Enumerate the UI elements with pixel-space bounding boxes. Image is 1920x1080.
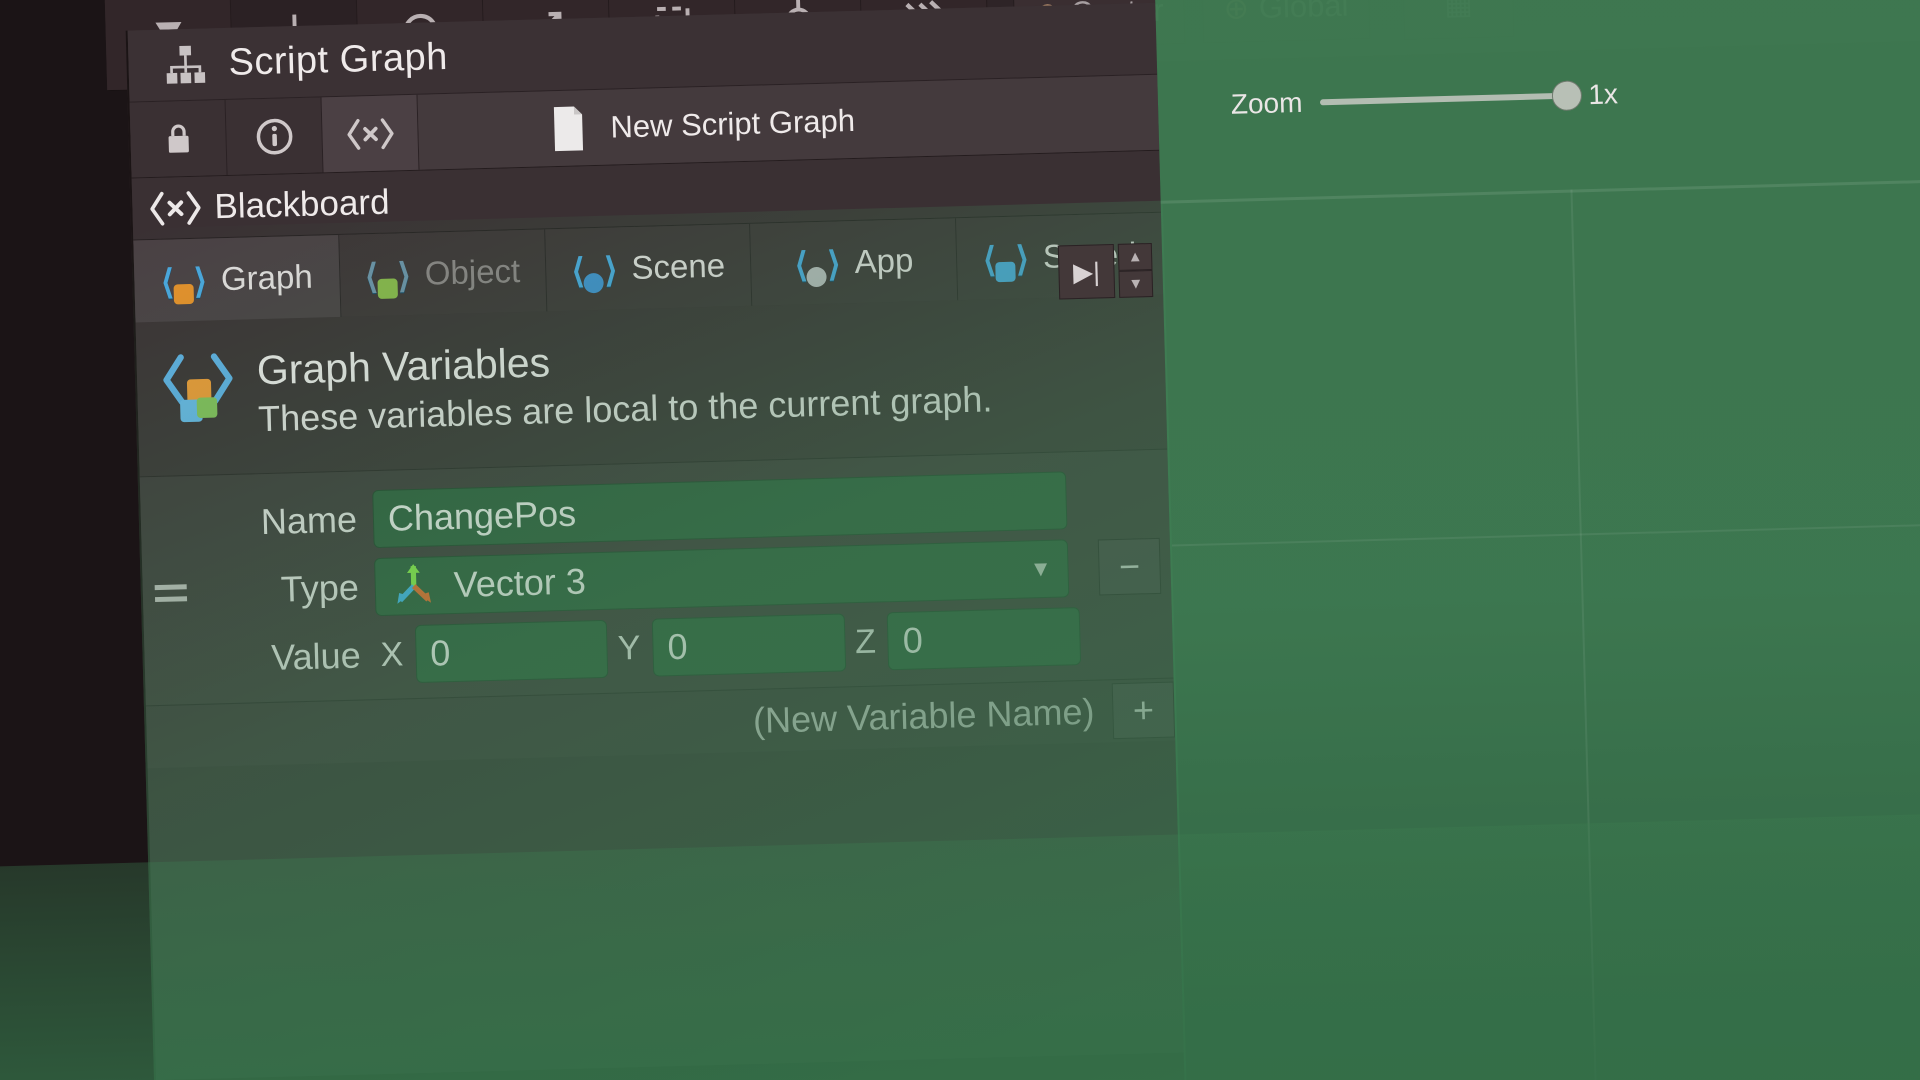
zoom-slider-handle[interactable]	[1551, 80, 1583, 112]
zoom-control[interactable]: Zoom 1x	[1230, 78, 1618, 120]
add-variable-button[interactable]: +	[1111, 681, 1176, 740]
variable-type-value: Vector 3	[453, 560, 587, 606]
tab-graph-label: Graph	[220, 257, 314, 298]
graph-variables-section: Graph Variables These variables are loca…	[135, 294, 1168, 478]
minus-icon: −	[1118, 545, 1141, 588]
page-title: Script Graph	[227, 35, 449, 84]
info-button[interactable]	[225, 97, 324, 175]
variables-icon	[346, 117, 394, 150]
tab-app-label: App	[854, 241, 914, 281]
handedness-label: Global	[1258, 0, 1349, 25]
overlay-gridline	[1171, 517, 1920, 547]
tab-object[interactable]: ⟨ ⟩ Object	[339, 229, 547, 317]
variables-saved-icon: ⟨ ⟩	[982, 237, 1029, 283]
variables-app-icon: ⟨ ⟩	[794, 242, 841, 288]
blackboard-header-controls: ▶| ▲ ▼	[1057, 242, 1154, 300]
globe-icon: ⊕	[1223, 0, 1250, 26]
screenshot-root: ◎ Center ⊕ Global ▦ S	[0, 0, 1920, 1080]
variables-graph-icon: ⟨ ⟩	[160, 260, 208, 305]
zoom-value: 1x	[1587, 78, 1619, 111]
rotated-ui-layer: ◎ Center ⊕ Global ▦ S	[0, 0, 1920, 1080]
variables-graph-icon	[158, 352, 234, 440]
collapse-right-icon: ▶|	[1072, 255, 1101, 287]
variables-icon	[150, 190, 201, 226]
blackboard-title: Blackboard	[213, 182, 390, 226]
chevron-up-icon[interactable]: ▲	[1117, 242, 1153, 271]
chevron-down-icon[interactable]: ▼	[1118, 269, 1154, 298]
axis-y-label: Y	[617, 628, 642, 668]
tab-app[interactable]: ⟨ ⟩ App	[750, 218, 959, 306]
document-icon	[553, 106, 584, 151]
variables-toggle-button[interactable]	[321, 94, 420, 173]
overlay-divider	[1160, 173, 1920, 204]
variables-scene-icon: ⟨ ⟩	[571, 248, 618, 294]
hierarchy-icon	[166, 45, 206, 84]
row-spacer	[1083, 498, 1169, 500]
variable-name-value: ChangePos	[387, 492, 577, 539]
drag-handle-icon[interactable]	[143, 583, 199, 602]
overlay-gridline	[1570, 189, 1600, 1080]
panel-size-stepper[interactable]: ▲ ▼	[1117, 242, 1154, 298]
chevron-down-icon: ▼	[1029, 555, 1052, 582]
lock-button[interactable]	[129, 99, 228, 178]
graph-document-label: New Script Graph	[609, 102, 856, 145]
axis-x-label: X	[380, 634, 404, 674]
value-z-input[interactable]: 0	[887, 607, 1082, 671]
value-y: 0	[666, 625, 689, 668]
new-variable-input[interactable]: (New Variable Name)	[753, 690, 1113, 742]
vector3-icon	[389, 561, 438, 610]
tab-scene-label: Scene	[630, 246, 726, 287]
variable-entry: Name ChangePos Type Vector 3 ▼ − Value X…	[139, 449, 1174, 707]
axis-z-label: Z	[854, 622, 877, 661]
grid-snap-icon: ▦	[1443, 0, 1473, 21]
remove-variable-button[interactable]: −	[1097, 537, 1162, 596]
tab-scene[interactable]: ⟨ ⟩ Scene	[544, 223, 753, 312]
plus-icon: +	[1132, 689, 1155, 731]
value-label: Value	[270, 634, 362, 678]
tab-graph[interactable]: ⟨ ⟩ Graph	[133, 234, 342, 323]
name-label: Name	[260, 498, 358, 543]
value-z: 0	[902, 619, 924, 661]
row-spacer	[1086, 634, 1172, 636]
zoom-slider[interactable]	[1320, 80, 1583, 112]
value-x: 0	[429, 632, 451, 674]
variables-object-icon: ⟨ ⟩	[364, 254, 411, 299]
grid-snap-button[interactable]: ▦	[1402, 0, 1515, 41]
script-graph-window: Script Graph New Script Graph Zoom 1x Bl…	[125, 2, 1618, 1080]
value-x-input[interactable]: 0	[414, 619, 609, 684]
lock-icon	[168, 124, 189, 153]
handedness-button[interactable]: ⊕ Global	[1201, 0, 1371, 44]
zoom-label: Zoom	[1230, 86, 1303, 120]
tab-object-label: Object	[424, 252, 521, 292]
value-y-input[interactable]: 0	[651, 613, 846, 677]
type-label: Type	[280, 566, 360, 610]
collapse-panel-button[interactable]: ▶|	[1057, 243, 1116, 300]
info-icon	[256, 118, 292, 155]
graph-variables-heading: Graph Variables	[256, 339, 551, 394]
overlay-scene-area	[1152, 0, 1920, 1080]
